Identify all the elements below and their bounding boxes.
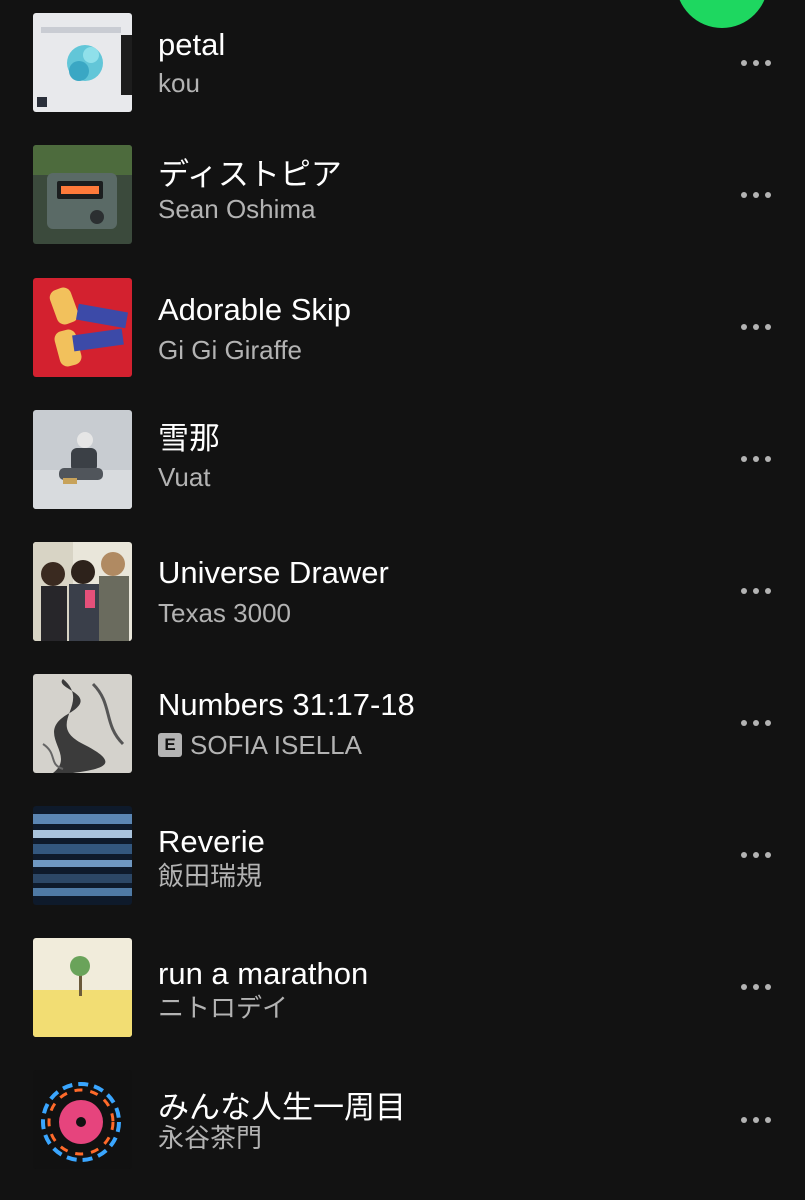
track-title: 雪那 bbox=[158, 421, 220, 456]
more-icon-dot bbox=[765, 852, 771, 858]
track-row[interactable]: run a marathon ニトロデイ bbox=[0, 924, 805, 1056]
track-title: Adorable Skip bbox=[158, 292, 352, 327]
explicit-badge: E bbox=[158, 733, 182, 757]
more-icon-dot bbox=[765, 984, 771, 990]
track-artist: SOFIA ISELLA bbox=[190, 730, 362, 760]
artist-row: Texas 3000 bbox=[158, 597, 698, 629]
track-row[interactable]: 雪那 Vuat bbox=[0, 396, 805, 528]
artist-row: 永谷茶門 bbox=[158, 1122, 698, 1154]
more-icon bbox=[741, 984, 747, 990]
album-art bbox=[33, 542, 132, 641]
track-artist: 永谷茶門 bbox=[158, 1123, 263, 1153]
more-icon-dot bbox=[753, 1117, 759, 1123]
artist-row: kou bbox=[158, 67, 698, 99]
artist-row: Gi Gi Giraffe bbox=[158, 334, 698, 366]
track-row[interactable]: みんな人生一周目 永谷茶門 bbox=[0, 1056, 805, 1188]
track-meta: Reverie 飯田瑞規 bbox=[158, 824, 698, 892]
track-title: ディストピア bbox=[158, 157, 342, 192]
track-meta: run a marathon ニトロデイ bbox=[158, 956, 698, 1024]
artist-row: Sean Oshima bbox=[158, 193, 698, 225]
more-icon-dot bbox=[753, 456, 759, 462]
artist-row: 飯田瑞規 bbox=[158, 860, 698, 892]
more-options-button[interactable] bbox=[730, 175, 782, 215]
more-options-button[interactable] bbox=[730, 43, 782, 83]
more-icon-dot bbox=[753, 60, 759, 66]
more-options-button[interactable] bbox=[730, 439, 782, 479]
artist-row: Vuat bbox=[158, 461, 698, 493]
track-meta: Adorable Skip Gi Gi Giraffe bbox=[158, 292, 698, 366]
more-icon-dot bbox=[765, 588, 771, 594]
more-icon bbox=[741, 852, 747, 858]
more-icon-dot bbox=[753, 720, 759, 726]
track-title: Numbers 31:17-18 bbox=[158, 687, 415, 722]
track-row[interactable]: Adorable Skip Gi Gi Giraffe bbox=[0, 264, 805, 396]
track-row[interactable]: ディストピア Sean Oshima bbox=[0, 132, 805, 264]
track-title: みんな人生一周目 bbox=[158, 1090, 406, 1125]
more-icon-dot bbox=[753, 588, 759, 594]
more-icon-dot bbox=[753, 324, 759, 330]
more-options-button[interactable] bbox=[730, 571, 782, 611]
more-icon-dot bbox=[765, 60, 771, 66]
track-row[interactable]: Universe Drawer Texas 3000 bbox=[0, 528, 805, 660]
track-title: run a marathon bbox=[158, 956, 369, 991]
more-options-button[interactable] bbox=[730, 1100, 782, 1140]
more-icon bbox=[741, 588, 747, 594]
track-artist: kou bbox=[158, 68, 200, 98]
more-icon bbox=[741, 60, 747, 66]
track-artist: 飯田瑞規 bbox=[158, 861, 263, 891]
track-artist: Texas 3000 bbox=[158, 598, 291, 628]
artist-row: ニトロデイ bbox=[158, 992, 698, 1024]
more-icon bbox=[741, 192, 747, 198]
track-meta: Universe Drawer Texas 3000 bbox=[158, 555, 698, 629]
track-title: petal bbox=[158, 27, 226, 62]
more-icon bbox=[741, 1117, 747, 1123]
more-options-button[interactable] bbox=[730, 835, 782, 875]
album-art bbox=[33, 1070, 132, 1169]
album-art bbox=[33, 806, 132, 905]
more-icon bbox=[741, 456, 747, 462]
album-art bbox=[33, 13, 132, 112]
more-icon bbox=[741, 720, 747, 726]
track-row[interactable]: petal kou bbox=[0, 0, 805, 132]
more-icon-dot bbox=[753, 984, 759, 990]
track-row[interactable]: Numbers 31:17-18 E SOFIA ISELLA bbox=[0, 660, 805, 792]
album-art bbox=[33, 278, 132, 377]
track-artist: Gi Gi Giraffe bbox=[158, 335, 303, 365]
track-artist: ニトロデイ bbox=[158, 993, 289, 1023]
track-meta: petal kou bbox=[158, 27, 698, 99]
more-icon-dot bbox=[753, 192, 759, 198]
more-icon bbox=[741, 324, 747, 330]
more-icon-dot bbox=[765, 192, 771, 198]
more-icon-dot bbox=[765, 456, 771, 462]
more-options-button[interactable] bbox=[730, 967, 782, 1007]
track-meta: みんな人生一周目 永谷茶門 bbox=[158, 1090, 698, 1154]
track-artist: Sean Oshima bbox=[158, 194, 316, 224]
album-art bbox=[33, 145, 132, 244]
more-options-button[interactable] bbox=[730, 703, 782, 743]
more-options-button[interactable] bbox=[730, 307, 782, 347]
track-row[interactable]: Reverie 飯田瑞規 bbox=[0, 792, 805, 924]
album-art bbox=[33, 938, 132, 1037]
track-title: Universe Drawer bbox=[158, 555, 389, 590]
artist-row: E SOFIA ISELLA bbox=[158, 729, 698, 761]
album-art bbox=[33, 674, 132, 773]
album-art bbox=[33, 410, 132, 509]
track-meta: ディストピア Sean Oshima bbox=[158, 157, 698, 225]
more-icon-dot bbox=[765, 720, 771, 726]
track-meta: 雪那 Vuat bbox=[158, 421, 698, 493]
track-title: Reverie bbox=[158, 824, 265, 859]
track-artist: Vuat bbox=[158, 462, 211, 492]
more-icon-dot bbox=[753, 852, 759, 858]
more-icon-dot bbox=[765, 324, 771, 330]
more-icon-dot bbox=[765, 1117, 771, 1123]
track-meta: Numbers 31:17-18 E SOFIA ISELLA bbox=[158, 687, 698, 761]
